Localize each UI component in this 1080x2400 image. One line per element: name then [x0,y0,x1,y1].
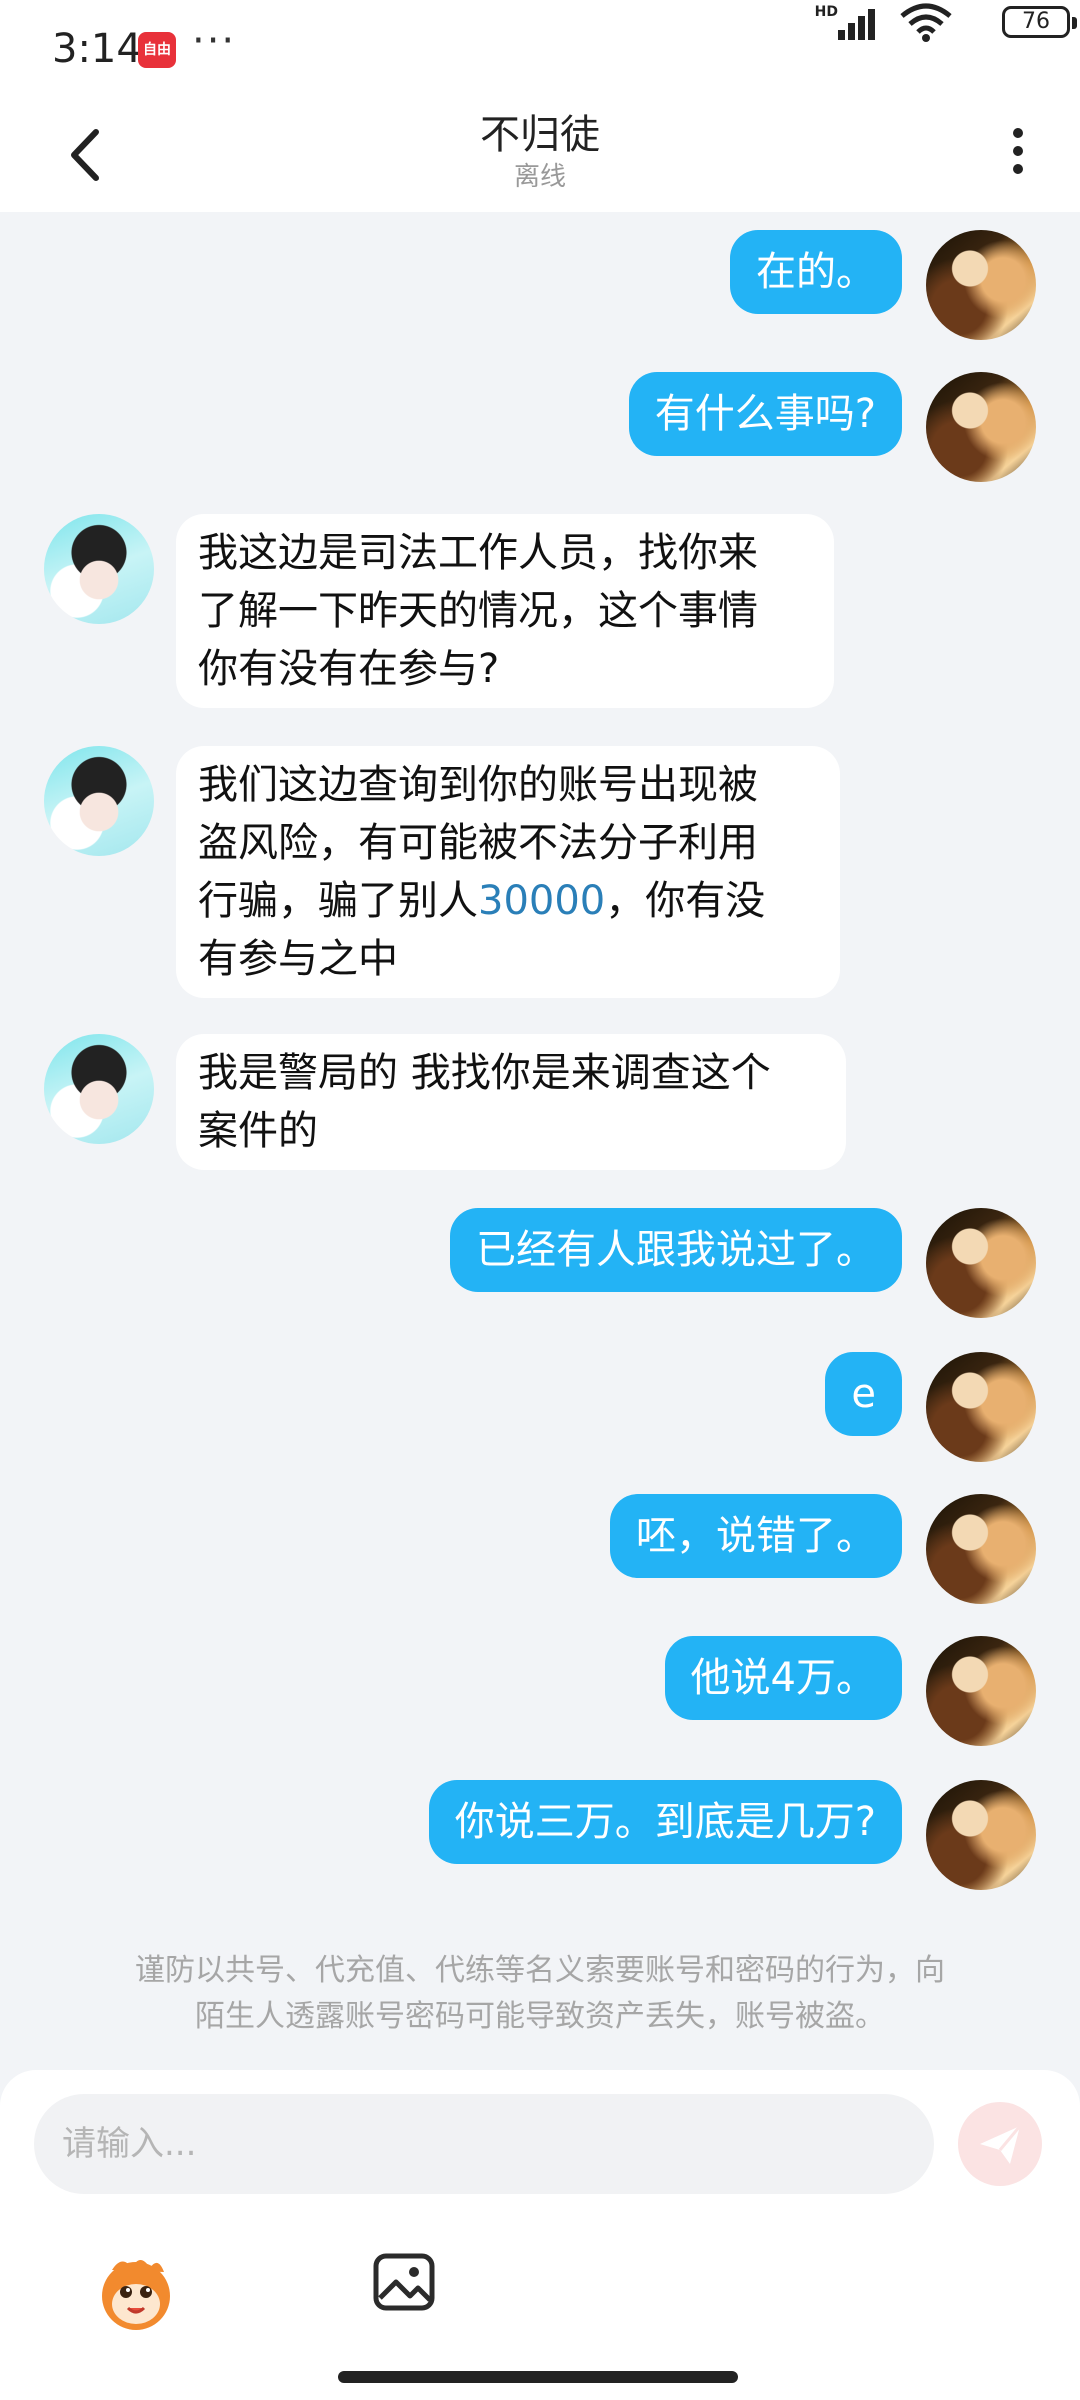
message-line: 我们这边查询到你的账号出现被 [198,762,758,808]
message-line: 你有没有在参与? [198,646,500,692]
message-text: 呸，说错了。 [636,1513,876,1559]
message-composer [0,2070,1080,2400]
notice-line: 陌生人透露账号密码可能导致资产丢失，账号被盗。 [195,1999,885,2034]
message-line: 盗风险，有可能被不法分子利用 [198,820,758,866]
my-avatar[interactable] [926,1208,1036,1318]
notice-line: 谨防以共号、代充值、代练等名义索要账号和密码的行为，向 [135,1953,945,1988]
more-vertical-icon[interactable] [1008,120,1028,190]
emoji-face-icon[interactable] [92,2248,180,2336]
signal-icon [838,9,875,40]
wifi-icon [900,3,952,42]
message-bubble-incoming[interactable]: 我这边是司法工作人员，找你来 了解一下昨天的情况，这个事情 你有没有在参与? [176,514,834,708]
contact-avatar[interactable] [44,514,154,624]
battery-icon: 76 [1002,6,1077,38]
chat-header: 不归徒 离线 [0,100,1080,212]
contact-avatar[interactable] [44,746,154,856]
my-avatar[interactable] [926,1494,1036,1604]
message-line: 了解一下昨天的情况，这个事情 [198,588,758,634]
my-avatar[interactable] [926,230,1036,340]
security-notice: 谨防以共号、代充值、代练等名义索要账号和密码的行为，向 陌生人透露账号密码可能导… [80,1948,1000,2040]
more-notifications-icon: ··· [192,18,237,64]
message-bubble-outgoing[interactable]: 有什么事吗? [628,372,902,456]
detected-number-link[interactable]: 30000 [478,878,605,924]
home-indicator[interactable] [338,2371,738,2383]
message-text: 有什么事吗? [654,391,876,437]
contact-status: 离线 [513,162,566,192]
message-input[interactable] [34,2094,934,2194]
message-text: 在的。 [756,249,876,295]
image-icon[interactable] [372,2250,436,2314]
message-bubble-incoming[interactable]: 我们这边查询到你的账号出现被 盗风险，有可能被不法分子利用 行骗，骗了别人300… [176,746,840,998]
message-line: 我这边是司法工作人员，找你来 [198,530,758,576]
message-bubble-outgoing[interactable]: e [825,1352,902,1436]
message-text: 已经有人跟我说过了。 [476,1227,876,1273]
message-bubble-outgoing[interactable]: 呸，说错了。 [610,1494,902,1578]
my-avatar[interactable] [926,1636,1036,1746]
my-avatar[interactable] [926,1352,1036,1462]
message-line: 我是警局的 我找你是来调查这个 [198,1050,771,1096]
message-line: 行骗，骗了别人30000，你有没 [198,872,818,930]
message-text: e [851,1371,876,1417]
contact-avatar[interactable] [44,1034,154,1144]
message-text: 你说三万。到底是几万? [454,1799,876,1845]
message-bubble-outgoing[interactable]: 你说三万。到底是几万? [428,1780,902,1864]
message-bubble-outgoing[interactable]: 在的。 [730,230,902,314]
network-type-label: HD [814,4,838,20]
send-button[interactable] [958,2102,1042,2186]
message-bubble-incoming[interactable]: 我是警局的 我找你是来调查这个 案件的 [176,1034,846,1170]
message-text: 他说4万。 [690,1655,876,1701]
contact-name: 不归徒 [480,112,600,158]
app-notification-icon: 自由 [138,32,176,68]
message-bubble-outgoing[interactable]: 他说4万。 [664,1636,902,1720]
message-line: 有参与之中 [198,936,398,982]
status-time: 3:14 [52,26,142,72]
status-bar: 3:14 自由 ··· HD 76 [0,0,1080,100]
message-bubble-outgoing[interactable]: 已经有人跟我说过了。 [450,1208,902,1292]
message-text: ，你有没 [605,878,766,924]
send-icon [980,2125,1022,2164]
message-line: 案件的 [198,1108,318,1154]
my-avatar[interactable] [926,372,1036,482]
message-text: 行骗，骗了别人 [198,878,478,924]
my-avatar[interactable] [926,1780,1036,1890]
